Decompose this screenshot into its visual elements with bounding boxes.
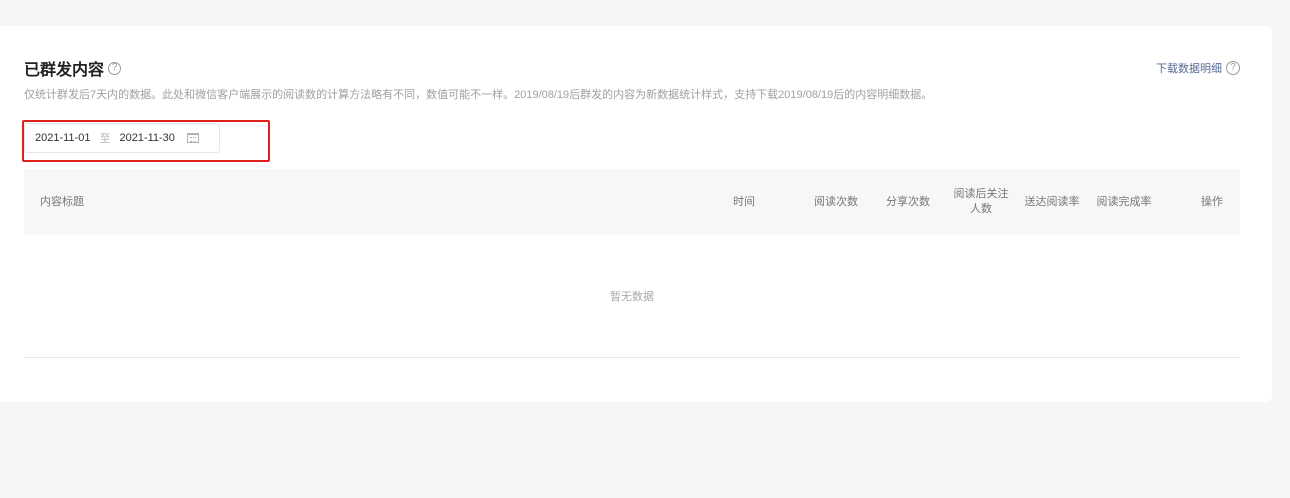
column-completion-rate: 阅读完成率 bbox=[1096, 195, 1152, 208]
table-header: 内容标题 时间 阅读次数 分享次数 阅读后关注 人数 送达阅读率 阅读完成率 操… bbox=[24, 169, 1240, 235]
column-follows-line1: 阅读后关注 bbox=[953, 188, 1009, 200]
help-icon[interactable]: ? bbox=[108, 61, 122, 75]
date-separator: 至 bbox=[99, 133, 111, 145]
date-range-picker[interactable]: 2021-11-01 至 2021-11-30 bbox=[24, 123, 220, 153]
download-details-link[interactable]: 下载数据明细 ? bbox=[1156, 60, 1240, 76]
content-card: 已群发内容 ? 仅统计群发后7天内的数据。此处和微信客户端展示的阅读数的计算方法… bbox=[0, 26, 1272, 402]
column-actions: 操作 bbox=[1201, 195, 1223, 208]
start-date[interactable]: 2021-11-01 bbox=[35, 132, 90, 144]
column-time: 时间 bbox=[733, 195, 755, 208]
empty-state: 暂无数据 bbox=[24, 235, 1240, 358]
end-date[interactable]: 2021-11-30 bbox=[119, 132, 174, 144]
column-reads: 阅读次数 bbox=[814, 195, 858, 208]
column-delivery-read-rate: 送达阅读率 bbox=[1024, 195, 1080, 208]
column-follows-line2: 人数 bbox=[970, 203, 992, 215]
section-description: 仅统计群发后7天内的数据。此处和微信客户端展示的阅读数的计算方法略有不同，数值可… bbox=[24, 89, 933, 101]
section-title: 已群发内容 bbox=[24, 62, 105, 79]
download-help-icon[interactable]: ? bbox=[1226, 61, 1240, 75]
calendar-icon[interactable] bbox=[186, 133, 199, 143]
column-shares: 分享次数 bbox=[886, 195, 930, 208]
download-details-label[interactable]: 下载数据明细 bbox=[1156, 60, 1222, 76]
column-follows: 阅读后关注 人数 bbox=[946, 169, 1016, 235]
section-header: 已群发内容 ? bbox=[24, 56, 122, 80]
column-title: 内容标题 bbox=[40, 195, 84, 208]
